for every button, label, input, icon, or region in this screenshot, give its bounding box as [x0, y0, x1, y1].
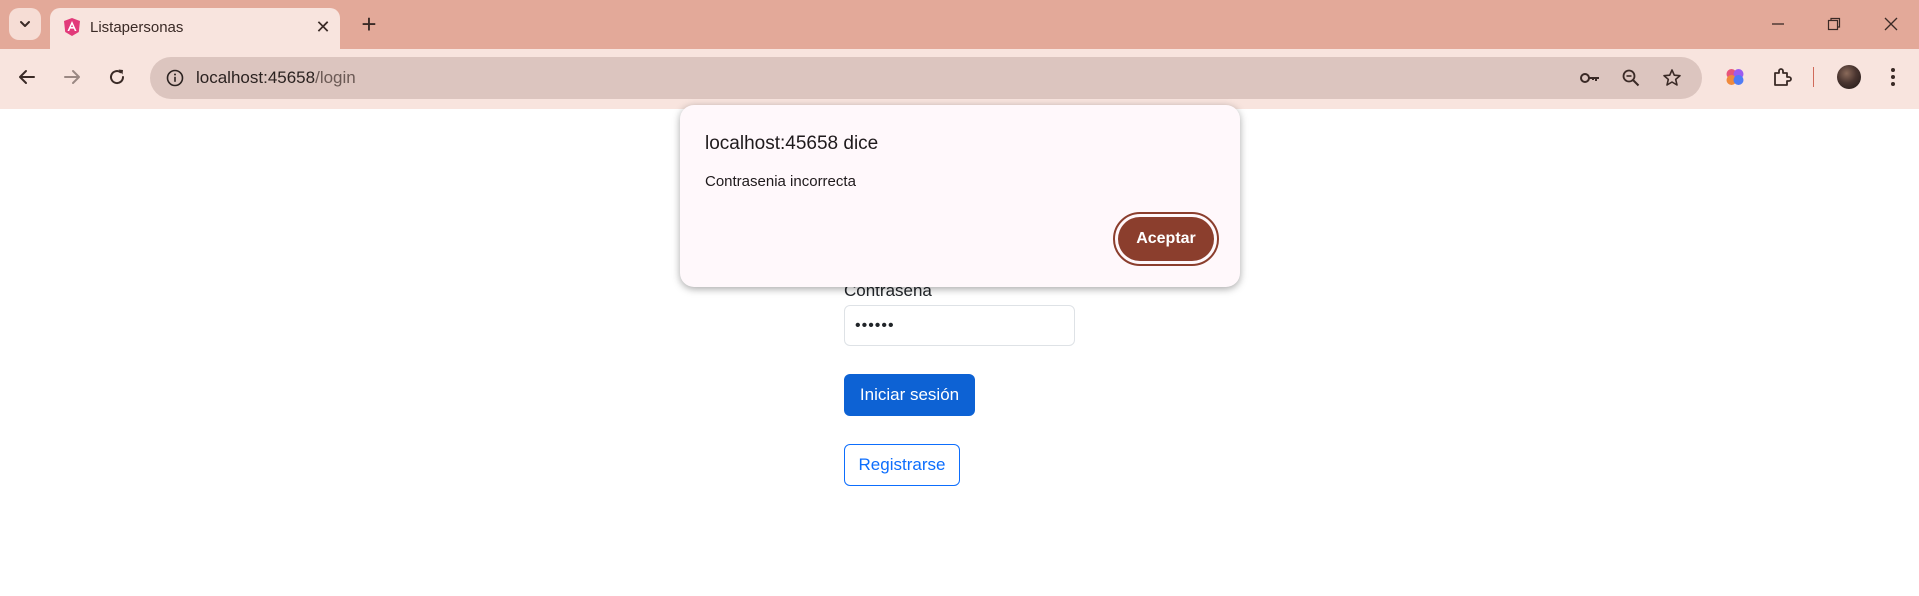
address-bar[interactable]: localhost:45658/login	[150, 57, 1702, 99]
url-text[interactable]: localhost:45658/login	[196, 68, 356, 88]
accept-button-label: Aceptar	[1118, 217, 1214, 261]
password-field[interactable]: ••••••	[844, 305, 1075, 346]
dialog-message: Contrasenia incorrecta	[705, 173, 856, 190]
profile-avatar[interactable]	[1834, 62, 1864, 92]
password-key-icon[interactable]	[1578, 66, 1602, 90]
reload-icon[interactable]	[101, 61, 133, 93]
extensions-puzzle-icon[interactable]	[1767, 62, 1797, 92]
site-info-icon[interactable]	[160, 63, 190, 93]
dialog-title: localhost:45658 dice	[705, 133, 879, 154]
tab-title: Listapersonas	[90, 19, 184, 36]
angular-favicon-icon	[62, 17, 82, 37]
menu-kebab-icon[interactable]	[1878, 62, 1908, 92]
bookmark-star-icon[interactable]	[1660, 66, 1684, 90]
browser-tab[interactable]: Listapersonas ✕	[50, 8, 340, 49]
toolbar-divider	[1813, 67, 1814, 87]
browser-toolbar: localhost:45658/login	[0, 49, 1919, 109]
close-icon[interactable]: ✕	[312, 16, 334, 38]
accept-button[interactable]: Aceptar	[1113, 212, 1219, 266]
forward-arrow-icon[interactable]	[56, 61, 88, 93]
back-arrow-icon[interactable]	[11, 61, 43, 93]
restore-icon[interactable]	[1814, 10, 1854, 38]
new-tab-icon[interactable]: +	[354, 9, 384, 39]
alert-dialog: localhost:45658 dice Contrasenia incorre…	[680, 105, 1240, 287]
zoom-icon[interactable]	[1619, 66, 1643, 90]
minimize-icon[interactable]	[1758, 10, 1798, 38]
login-button[interactable]: Iniciar sesión	[844, 374, 975, 416]
tab-strip: Listapersonas ✕ +	[0, 0, 1919, 49]
tab-search-icon[interactable]	[9, 8, 41, 40]
window-close-icon[interactable]	[1871, 10, 1911, 38]
register-button[interactable]: Registrarse	[844, 444, 960, 486]
extension-brain-icon[interactable]	[1720, 62, 1750, 92]
